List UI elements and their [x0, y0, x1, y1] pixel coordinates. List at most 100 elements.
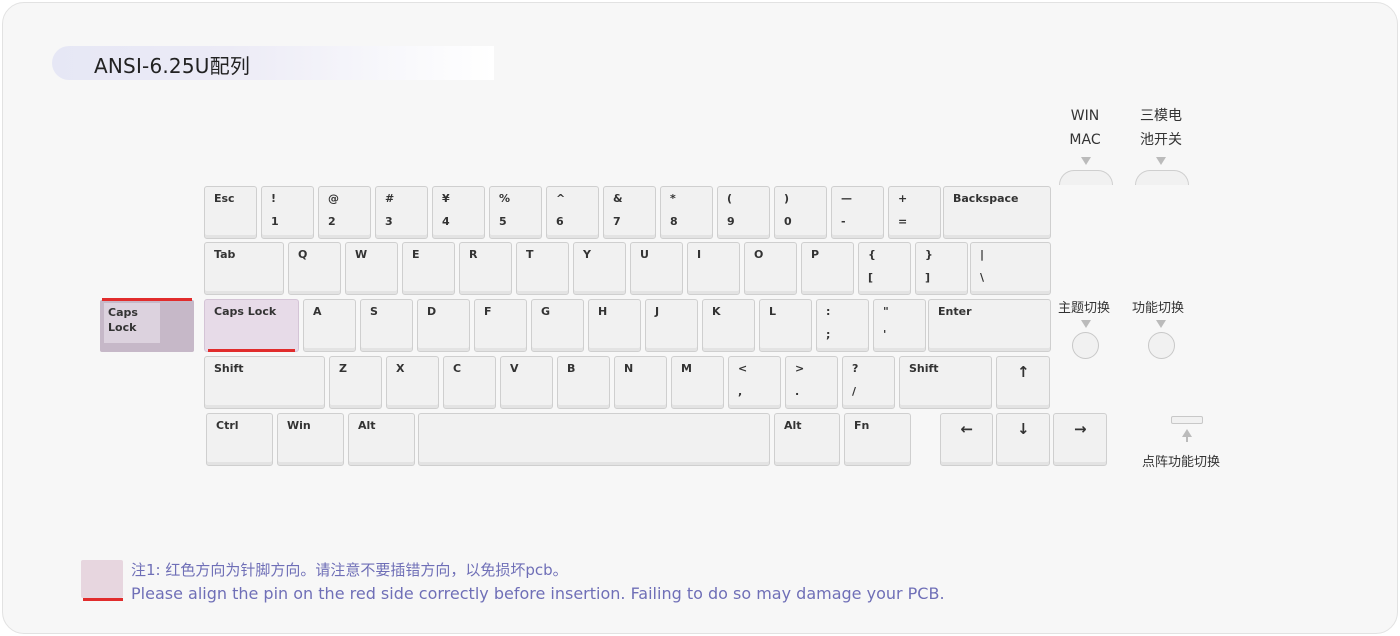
key-fn: Fn [844, 413, 911, 466]
key-legend-primary: > [795, 362, 805, 375]
key-char: K [702, 299, 755, 352]
key-char: A [303, 299, 356, 352]
key-legend-primary: Caps Lock [214, 305, 277, 318]
matrix-switch-slider[interactable] [1171, 416, 1203, 424]
key-char: ¥4 [432, 186, 485, 239]
note-english: Please align the pin on the red side cor… [131, 584, 945, 603]
key-char: :; [816, 299, 869, 352]
key-char: O [744, 242, 797, 295]
key-legend-primary: Tab [214, 248, 236, 261]
arrow-down-icon [1156, 320, 1166, 328]
key-legend-primary: K [712, 305, 721, 318]
mode-toggle-switch[interactable] [1135, 170, 1189, 185]
key-char: ! 1 [261, 186, 314, 239]
key-legend-primary: Esc [214, 192, 235, 205]
key-legend-primary: Backspace [953, 192, 1019, 205]
key-legend-primary: N [624, 362, 634, 375]
arrow-key: → [1053, 413, 1107, 466]
key-char: S [360, 299, 413, 352]
key-legend-primary: ← [960, 420, 974, 438]
arrow-up-stem [1186, 436, 1188, 442]
key-char: E [402, 242, 455, 295]
key-legend-primary: : [826, 305, 831, 318]
key-legend-primary: X [396, 362, 405, 375]
key-char: X [386, 356, 439, 409]
key-legend-primary: S [370, 305, 378, 318]
key-char: " ' [873, 299, 926, 352]
key-enter: Enter [928, 299, 1051, 352]
key-legend-primary: Alt [784, 419, 802, 432]
key-ctrl: Ctrl [206, 413, 273, 466]
key-legend-primary: A [313, 305, 322, 318]
key-esc: Esc [204, 186, 257, 239]
key-legend-primary: | [980, 248, 985, 261]
key-legend-primary: H [598, 305, 608, 318]
key-legend-secondary: / [852, 385, 857, 398]
mode-switch-label: 三模电 池开关 [1140, 108, 1182, 148]
key-legend-primary: Fn [854, 419, 870, 432]
key-legend-primary: C [453, 362, 462, 375]
arrow-down-icon [1081, 320, 1091, 328]
key-legend-primary: R [469, 248, 478, 261]
key-win: Win [277, 413, 344, 466]
key-char: — - [831, 186, 884, 239]
key-legend-secondary: 1 [271, 215, 279, 228]
key-legend-secondary: 3 [385, 215, 393, 228]
key-char: I [687, 242, 740, 295]
key-legend-primary: B [567, 362, 576, 375]
key-legend-primary: ↑ [1017, 363, 1030, 381]
key-char: T [516, 242, 569, 295]
key-char: (9 [717, 186, 770, 239]
arrow-key: ↑ [996, 356, 1050, 409]
key-legend-secondary: [ [868, 271, 874, 284]
key-backspace: Backspace [943, 186, 1051, 239]
key-shift: Shift [899, 356, 992, 409]
key-legend-secondary: 2 [328, 215, 336, 228]
key-legend-primary: { [868, 248, 876, 261]
key-char: W [345, 242, 398, 295]
key-legend-primary: F [484, 305, 492, 318]
os-toggle-switch[interactable] [1059, 170, 1113, 185]
key-legend-secondary: \ [980, 271, 985, 284]
function-switch-button[interactable] [1148, 332, 1175, 359]
key-legend-primary: Y [583, 248, 591, 261]
key-legend-secondary: 0 [784, 215, 792, 228]
theme-switch-button[interactable] [1072, 332, 1099, 359]
key-legend-primary: & [613, 192, 623, 205]
key-legend-secondary: , [738, 385, 743, 398]
key-legend-secondary: = [898, 215, 908, 228]
key-char: @2 [318, 186, 371, 239]
key-legend-primary: " [883, 305, 889, 318]
key-legend-primary: ^ [556, 192, 566, 205]
key-char: R [459, 242, 512, 295]
key-char: D [417, 299, 470, 352]
theme-switch-label: 主题切换 [1058, 301, 1111, 316]
key-legend-primary: D [427, 305, 437, 318]
arrow-key: ← [940, 413, 993, 466]
key-legend-primary: W [355, 248, 368, 261]
caps-lock-detached-label: Caps Lock [108, 306, 138, 334]
key-legend-secondary: . [795, 385, 800, 398]
key-legend-primary: U [640, 248, 649, 261]
key-alt: Alt [348, 413, 415, 466]
key-legend-primary: Q [298, 248, 308, 261]
key-legend-primary: @ [328, 192, 339, 205]
key-legend-primary: ¥ [442, 192, 450, 205]
key-char: Y [573, 242, 626, 295]
key-char: Q [288, 242, 341, 295]
key-legend-primary: Z [339, 362, 347, 375]
key-char: N [614, 356, 667, 409]
key-legend-primary: V [510, 362, 519, 375]
key-legend-primary: — [841, 192, 852, 205]
arrow-down-icon [1081, 157, 1091, 165]
key-char: | \ [970, 242, 1051, 295]
key-legend-secondary: 8 [670, 215, 678, 228]
key-legend-secondary: ; [826, 328, 831, 341]
key-char: Z [329, 356, 382, 409]
key-tab: Tab [204, 242, 284, 295]
key-legend-primary: Shift [214, 362, 244, 375]
key-legend-primary: → [1074, 420, 1087, 438]
key-legend-primary: Win [287, 419, 311, 432]
key-legend-secondary: 6 [556, 215, 564, 228]
key-char: {[ [858, 242, 911, 295]
